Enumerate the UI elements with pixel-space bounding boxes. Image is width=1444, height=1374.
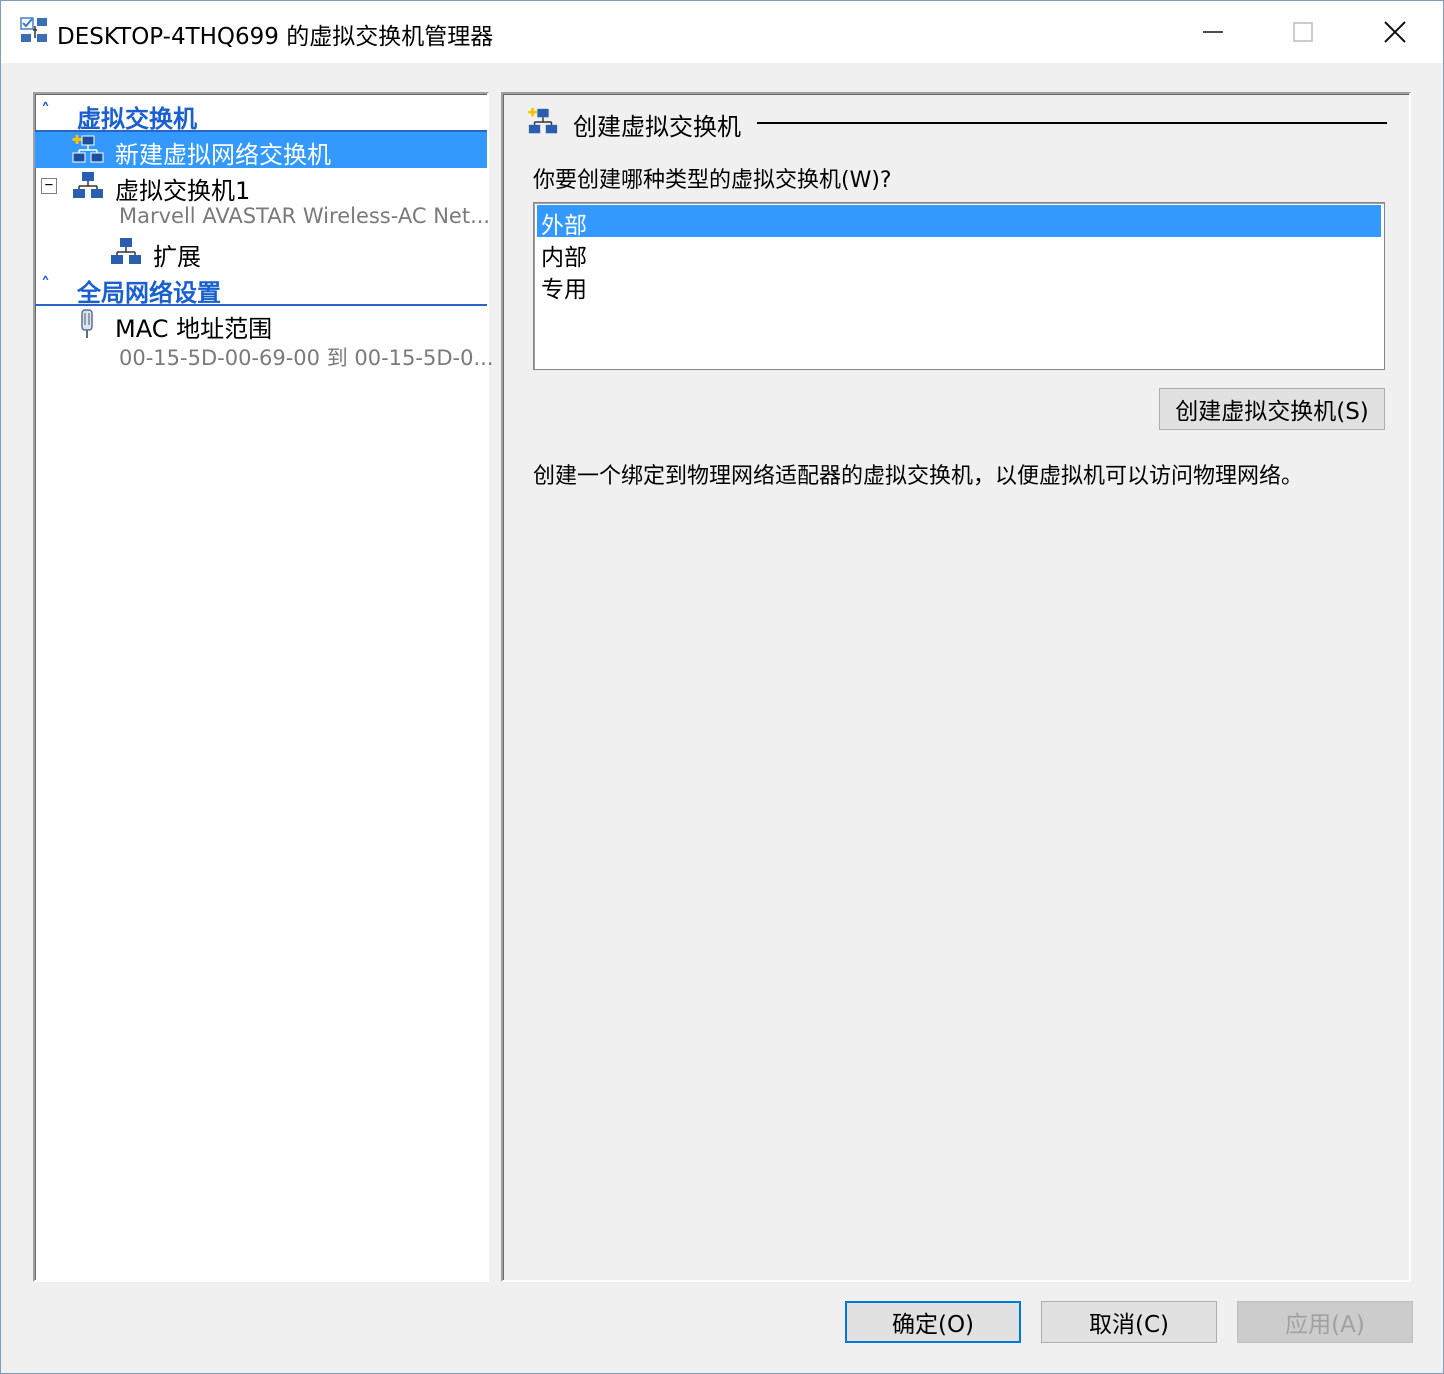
virtual-switch-icon	[73, 172, 103, 198]
mac-range-label: MAC 地址范围	[115, 315, 273, 343]
collapse-toggle-icon[interactable]: −	[41, 178, 57, 194]
navigation-tree: ˄ 虚拟交换机 新建虚拟网络交换机 − 虚拟交换机1 Marvell AVAST…	[33, 92, 493, 1282]
switch-type-description: 创建一个绑定到物理网络适配器的虚拟交换机，以便虚拟机可以访问物理网络。	[533, 464, 1304, 489]
cancel-button[interactable]: 取消(C)	[1041, 1301, 1217, 1343]
minimize-button[interactable]	[1167, 1, 1259, 63]
close-icon	[1384, 21, 1406, 43]
title-bar: DESKTOP-4THQ699 的虚拟交换机管理器	[1, 1, 1443, 63]
switch-type-question: 你要创建哪种类型的虚拟交换机(W)?	[533, 168, 892, 193]
mac-range-value: 00-15-5D-00-69-00 到 00-15-5D-0...	[119, 346, 494, 370]
close-button[interactable]	[1349, 1, 1441, 63]
switch-manager-app-icon	[20, 17, 47, 42]
section-virtual-switches[interactable]: ˄ 虚拟交换机	[35, 96, 487, 133]
tree-item-mac-range[interactable]: MAC 地址范围	[35, 306, 487, 343]
switch-type-option-external[interactable]: 外部	[537, 205, 1381, 239]
title-divider	[757, 122, 1387, 124]
collapse-chevron-icon[interactable]: ˄	[41, 100, 50, 121]
details-panel: 创建虚拟交换机 你要创建哪种类型的虚拟交换机(W)? 外部 内部 专用 创建虚拟…	[501, 92, 1411, 1282]
section-virtual-switches-label: 虚拟交换机	[77, 105, 197, 133]
switch-type-option-private[interactable]: 专用	[537, 269, 1381, 303]
virtual-switch-manager-window: DESKTOP-4THQ699 的虚拟交换机管理器 ˄ 虚拟交换机 新建虚拟网络…	[0, 0, 1444, 1374]
ok-button[interactable]: 确定(O)	[845, 1301, 1021, 1343]
mac-address-icon	[81, 309, 93, 338]
collapse-chevron-icon[interactable]: ˄	[41, 274, 50, 295]
switch1-label: 虚拟交换机1	[115, 177, 251, 205]
section-global-label: 全局网络设置	[77, 279, 221, 307]
tree-item-extensions[interactable]: 扩展	[35, 234, 487, 271]
extensions-icon	[111, 238, 141, 264]
window-title: DESKTOP-4THQ699 的虚拟交换机管理器	[57, 24, 494, 50]
switch-type-option-internal[interactable]: 内部	[537, 237, 1381, 271]
maximize-icon	[1293, 22, 1313, 42]
new-switch-icon	[72, 135, 104, 163]
new-switch-label: 新建虚拟网络交换机	[115, 141, 331, 169]
tree-item-switch1[interactable]: − 虚拟交换机1	[35, 168, 487, 205]
apply-button[interactable]: 应用(A)	[1237, 1301, 1413, 1343]
maximize-button[interactable]	[1257, 1, 1349, 63]
switch-type-listbox[interactable]: 外部 内部 专用	[533, 202, 1385, 370]
minimize-icon	[1203, 31, 1223, 33]
section-global-network-settings[interactable]: ˄ 全局网络设置	[35, 270, 487, 307]
tree-item-new-switch[interactable]: 新建虚拟网络交换机	[35, 132, 487, 169]
create-virtual-switch-button[interactable]: 创建虚拟交换机(S)	[1159, 388, 1385, 430]
panel-title: 创建虚拟交换机	[573, 113, 741, 141]
switch1-adapter-text: Marvell AVASTAR Wireless-AC Net...	[119, 204, 491, 228]
extensions-label: 扩展	[153, 243, 201, 271]
new-switch-icon	[528, 107, 558, 134]
